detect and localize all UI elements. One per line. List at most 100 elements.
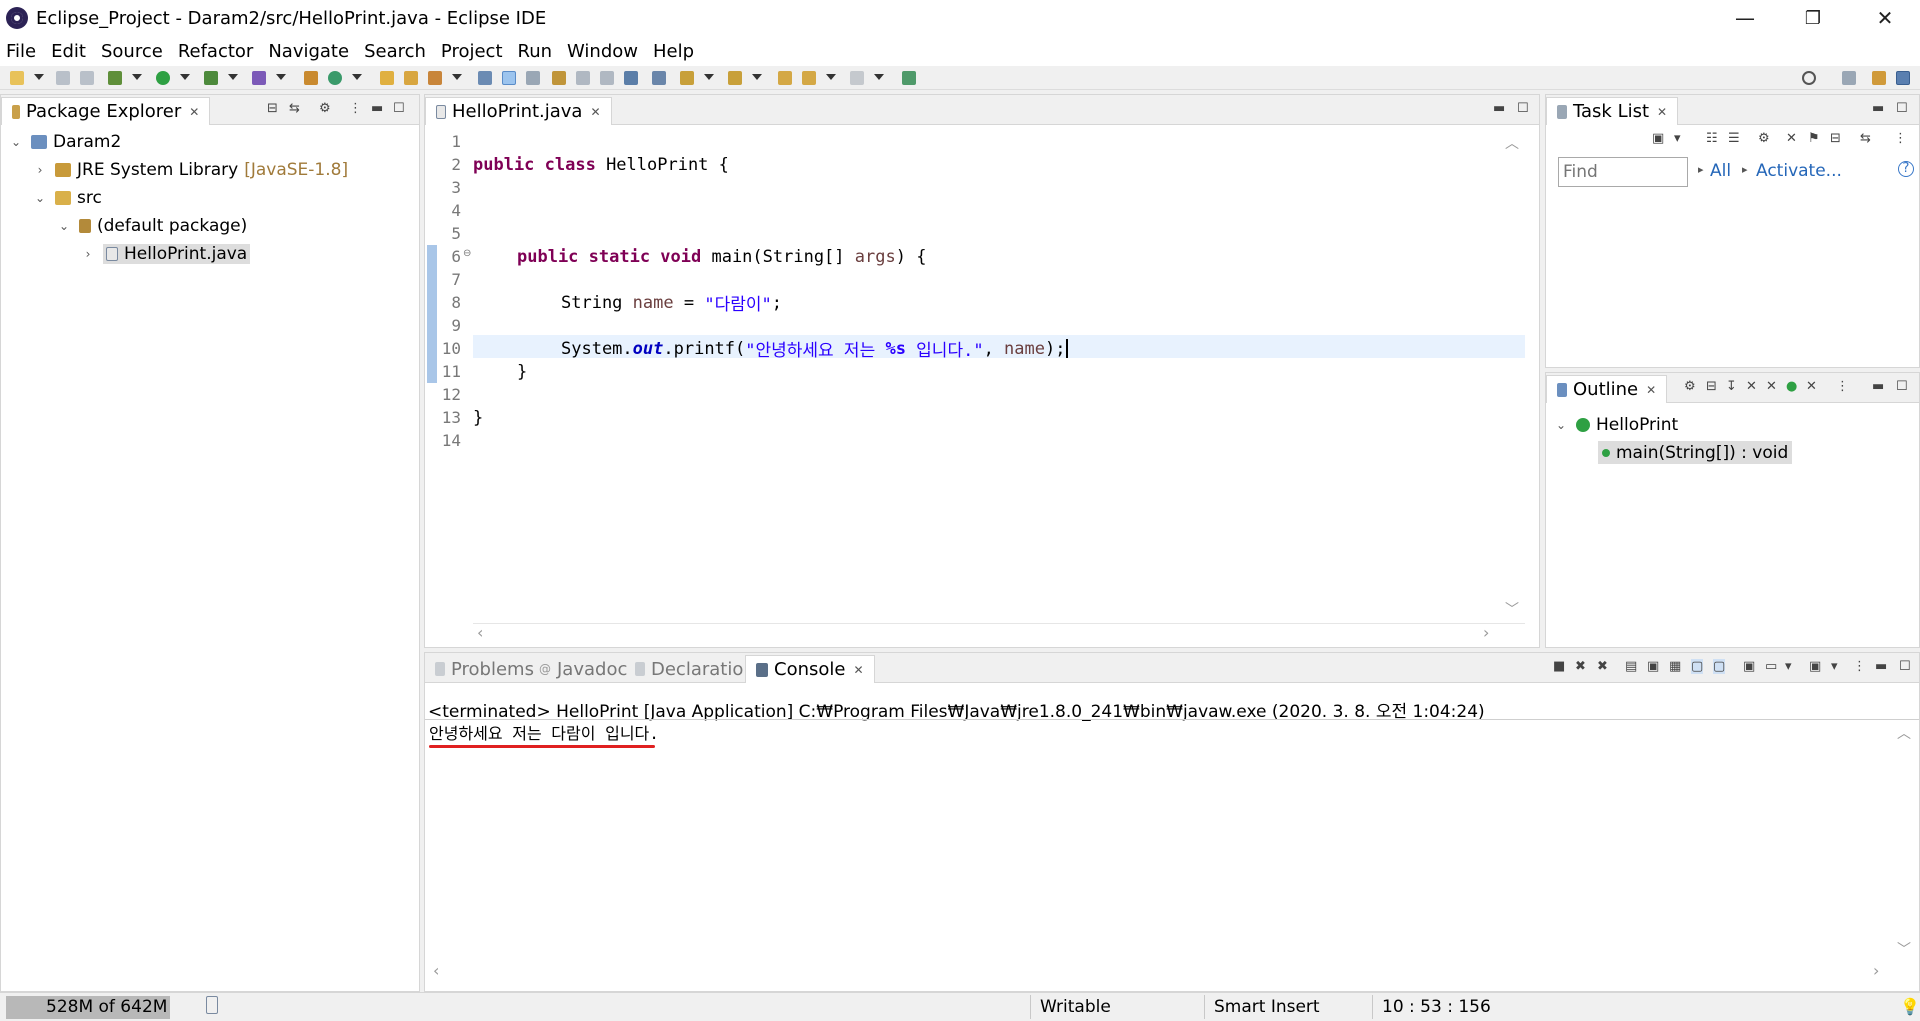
menu-file[interactable]: File [6, 41, 36, 62]
terminate-icon[interactable]: ■ [1553, 659, 1565, 674]
external-dropdown-icon[interactable] [276, 74, 286, 80]
show-on-err-icon[interactable]: ▢ [1713, 659, 1726, 674]
maximize-view-icon[interactable]: ☐ [1896, 379, 1908, 394]
view-menu-icon[interactable]: ⋮ [1836, 379, 1849, 394]
skip-breakpoints-icon[interactable] [652, 71, 666, 85]
maximize-view-icon[interactable]: ☐ [1899, 659, 1911, 674]
menu-window[interactable]: Window [567, 41, 638, 62]
word-wrap-icon[interactable]: ▦ [1669, 659, 1681, 674]
open-type-icon[interactable] [380, 71, 394, 85]
menu-help[interactable]: Help [653, 41, 694, 62]
run-icon[interactable] [156, 71, 170, 85]
collapse-all-icon[interactable]: ⊟ [267, 101, 278, 116]
close-icon[interactable]: ✕ [1646, 383, 1656, 397]
code-line[interactable]: String name = "다람이"; [561, 291, 782, 316]
back-dropdown-icon[interactable] [826, 74, 836, 80]
horizontal-scrollbar[interactable] [473, 623, 1525, 645]
scroll-right-icon[interactable]: › [1873, 961, 1879, 980]
save-all-icon[interactable] [80, 71, 94, 85]
java-perspective-icon[interactable] [1896, 71, 1910, 85]
close-icon[interactable]: ✕ [590, 105, 600, 119]
tab-javadoc[interactable]: @ Javadoc [529, 655, 637, 683]
tree-item-default-package[interactable]: ⌄ (default package) [57, 214, 247, 237]
tab-task-list[interactable]: Task List ✕ [1546, 97, 1679, 125]
chevron-down-icon[interactable]: ⌄ [9, 135, 23, 149]
code-line[interactable]: } [517, 360, 527, 383]
hide-static-icon[interactable]: ✕ [1766, 379, 1777, 394]
chevron-down-icon[interactable]: ⌄ [1554, 418, 1568, 432]
new-java-project-icon[interactable] [304, 71, 318, 85]
menu-search[interactable]: Search [364, 41, 426, 62]
minimize-view-icon[interactable]: ▬ [371, 101, 383, 116]
next-edit-dropdown-icon[interactable] [704, 74, 714, 80]
close-icon[interactable]: ✕ [853, 663, 863, 677]
pilcrow-icon[interactable] [600, 71, 614, 85]
chevron-right-icon[interactable]: › [33, 163, 47, 177]
tip-bulb-icon[interactable]: 💡 [1900, 997, 1920, 1016]
minimize-view-icon[interactable]: ▬ [1872, 101, 1884, 116]
outline-method[interactable]: main(String[]) : void [1598, 441, 1793, 464]
next-annotation-icon[interactable] [552, 71, 566, 85]
scroll-up-icon[interactable]: ︿ [1505, 133, 1519, 153]
tab-outline[interactable]: Outline ✕ [1546, 375, 1668, 403]
close-icon[interactable]: ✕ [189, 105, 199, 119]
display-dropdown-icon[interactable]: ▾ [1785, 659, 1792, 674]
show-whitespace-icon[interactable] [576, 71, 590, 85]
scroll-right-icon[interactable]: › [1483, 623, 1489, 642]
filter-icon[interactable]: ⚙ [319, 101, 331, 116]
remove-launch-icon[interactable]: ✖ [1575, 659, 1586, 674]
scroll-lock-icon[interactable]: ▣ [1647, 659, 1659, 674]
next-edit-icon[interactable] [680, 71, 694, 85]
new-class-dropdown-icon[interactable] [352, 74, 362, 80]
minimize-view-icon[interactable]: ▬ [1875, 659, 1887, 674]
java-ee-perspective-icon[interactable] [1872, 71, 1886, 85]
prev-edit-dropdown-icon[interactable] [752, 74, 762, 80]
maximize-view-icon[interactable]: ☐ [1896, 101, 1908, 116]
chevron-right-icon[interactable]: › [81, 247, 95, 261]
focus-icon[interactable]: ⚙ [1758, 131, 1770, 146]
menu-run[interactable]: Run [518, 41, 553, 62]
help-icon[interactable]: ? [1898, 161, 1914, 177]
tab-declaration[interactable]: Declaration [625, 655, 765, 683]
menu-source[interactable]: Source [101, 41, 163, 62]
code-area[interactable]: 1 2 3 4 5 6 7 8 9 10 11 12 13 14 ⊖ public class HelloPr… [425, 130, 1525, 600]
pin-editor-icon[interactable] [902, 71, 916, 85]
save-icon[interactable] [56, 71, 70, 85]
sort-icon[interactable]: ↧ [1726, 379, 1737, 394]
search-icon[interactable] [1802, 71, 1816, 85]
tree-item-helloprint[interactable]: › HelloPrint.java [81, 242, 251, 265]
close-icon[interactable]: ✕ [1657, 105, 1667, 119]
clear-console-icon[interactable]: ▤ [1625, 659, 1637, 674]
hide-local-types-icon[interactable]: ✕ [1806, 379, 1817, 394]
minimize-view-icon[interactable]: ▬ [1872, 379, 1884, 394]
block-selection-icon[interactable] [526, 71, 540, 85]
prev-edit-icon[interactable] [728, 71, 742, 85]
new-class-icon[interactable] [328, 71, 342, 85]
minimize-view-icon[interactable]: ▬ [1493, 101, 1505, 116]
debug-icon[interactable] [108, 71, 122, 85]
back-icon[interactable] [802, 71, 816, 85]
external-tools-icon[interactable] [252, 71, 266, 85]
tree-item-jre[interactable]: › JRE System Library [JavaSE-1.8] [33, 158, 349, 181]
view-menu-icon[interactable]: ⋮ [1894, 131, 1907, 146]
view-menu-icon[interactable]: ⋮ [1853, 659, 1866, 674]
menu-project[interactable]: Project [441, 41, 503, 62]
code-line[interactable]: System. out .printf("안녕하세요 저는 %s 입니다.", na… [561, 337, 1069, 361]
new-task-icon[interactable]: ▣ [1652, 131, 1664, 146]
highlight-toggle-icon[interactable] [502, 71, 516, 85]
code-line[interactable]: public class HelloPrint { [473, 153, 729, 176]
filter-icon[interactable]: ⚙ [1684, 379, 1696, 394]
run-dropdown-icon[interactable] [180, 74, 190, 80]
tree-item-src[interactable]: ⌄ src [33, 186, 102, 209]
trash-icon[interactable] [206, 996, 218, 1014]
scroll-left-icon[interactable]: ‹ [477, 623, 483, 642]
restore-button[interactable]: ❐ [1778, 0, 1848, 36]
new-dropdown-icon[interactable] [34, 74, 44, 80]
coverage-dropdown-icon[interactable] [228, 74, 238, 80]
coverage-icon[interactable] [204, 71, 218, 85]
categorized-icon[interactable]: ☷ [1706, 131, 1718, 146]
open-perspective-icon[interactable] [1842, 71, 1856, 85]
debug-dropdown-icon[interactable] [132, 74, 142, 80]
tab-problems[interactable]: Problems [425, 655, 544, 683]
activate-link[interactable]: Activate... [1756, 161, 1842, 181]
